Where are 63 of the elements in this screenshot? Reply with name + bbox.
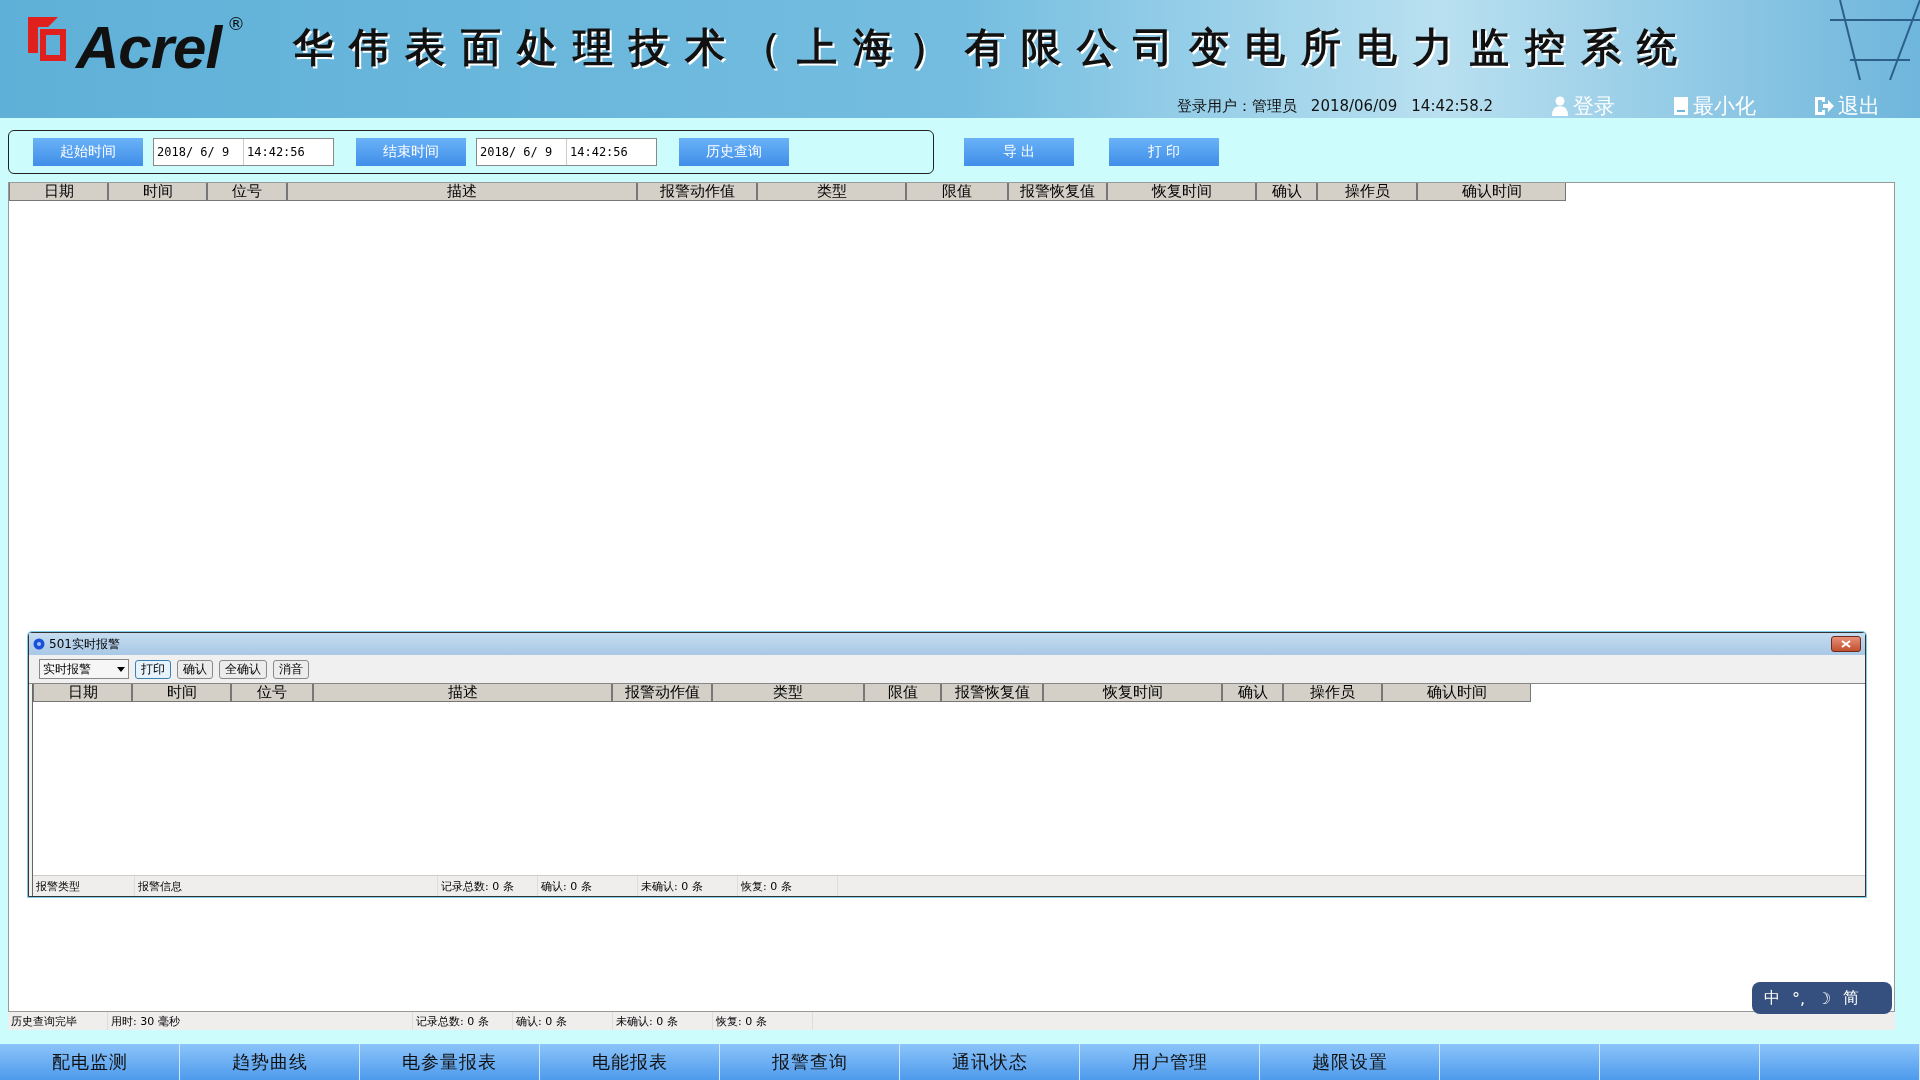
column-header[interactable]: 类型: [757, 183, 906, 201]
column-header[interactable]: 报警恢复值: [941, 684, 1043, 702]
column-header[interactable]: 类型: [712, 684, 864, 702]
status-text: 确认: 0 条: [513, 1012, 613, 1030]
column-header[interactable]: 描述: [313, 684, 612, 702]
status-text: 未确认: 0 条: [638, 876, 738, 896]
ime-indicator[interactable]: 简: [1843, 987, 1860, 1009]
column-header[interactable]: 日期: [33, 684, 132, 702]
status-text: 报警类型: [33, 876, 135, 896]
nav-tab[interactable]: 电参量报表: [360, 1044, 540, 1080]
nav-tab[interactable]: 越限设置: [1260, 1044, 1440, 1080]
column-header[interactable]: 时间: [132, 684, 231, 702]
column-header[interactable]: 日期: [9, 183, 108, 201]
user-label: 登录用户：管理员: [1176, 96, 1297, 116]
ime-toolbar[interactable]: 中 °, ☽ 简: [1752, 982, 1892, 1014]
column-header[interactable]: 恢复时间: [1043, 684, 1222, 702]
toolbar-button[interactable]: 打印: [135, 659, 171, 679]
current-time: 14:42:58.2: [1411, 97, 1493, 115]
column-header[interactable]: 恢复时间: [1107, 183, 1256, 201]
nav-tab[interactable]: 配电监测: [0, 1044, 180, 1080]
nav-tab[interactable]: 趋势曲线: [180, 1044, 360, 1080]
nav-tab[interactable]: 电能报表: [540, 1044, 720, 1080]
column-header[interactable]: 描述: [287, 183, 637, 201]
column-header[interactable]: 位号: [207, 183, 287, 201]
toolbar-button[interactable]: 确认: [177, 659, 213, 679]
column-header[interactable]: 位号: [231, 684, 313, 702]
window-title: 501实时报警: [49, 635, 120, 653]
status-text: 报警信息: [135, 876, 438, 896]
column-header[interactable]: 限值: [864, 684, 941, 702]
column-header[interactable]: 确认时间: [1382, 684, 1531, 702]
nav-tab[interactable]: 报警查询: [720, 1044, 900, 1080]
status-text: 用时: 30 毫秒: [108, 1012, 413, 1030]
end-datetime-field[interactable]: 2018/ 6/ 9 14:42:56: [476, 138, 657, 166]
alarm-type-dropdown[interactable]: 实时报警: [39, 659, 129, 679]
status-text: 未确认: 0 条: [613, 1012, 713, 1030]
status-text: 历史查询完毕: [8, 1012, 108, 1030]
column-header[interactable]: 操作员: [1283, 684, 1382, 702]
start-datetime-field[interactable]: 2018/ 6/ 9 14:42:56: [153, 138, 334, 166]
status-text: 恢复: 0 条: [738, 876, 838, 896]
column-header[interactable]: 时间: [108, 183, 207, 201]
column-header[interactable]: 报警动作值: [637, 183, 757, 201]
current-date: 2018/06/09: [1310, 97, 1398, 115]
status-text: 确认: 0 条: [538, 876, 638, 896]
column-header[interactable]: 确认: [1222, 684, 1283, 702]
registered-mark: ®: [227, 12, 246, 34]
toolbar-button[interactable]: 全确认: [219, 659, 267, 679]
nav-tab[interactable]: 用户管理: [1080, 1044, 1260, 1080]
toolbar-button[interactable]: 消音: [273, 659, 309, 679]
ime-indicator[interactable]: ☽: [1817, 988, 1832, 1008]
column-header[interactable]: 确认: [1256, 183, 1317, 201]
ime-indicator[interactable]: °,: [1792, 988, 1806, 1008]
status-text: 记录总数: 0 条: [438, 876, 538, 896]
column-header[interactable]: 确认时间: [1417, 183, 1566, 201]
logo-text: Acrel: [76, 12, 222, 82]
status-text: 恢复: 0 条: [713, 1012, 813, 1030]
system-title: 华伟表面处理技术（上海）有限公司变电所电力监控系统: [293, 21, 1694, 72]
column-header[interactable]: 限值: [906, 183, 1008, 201]
column-header[interactable]: 报警动作值: [612, 684, 712, 702]
status-text: 记录总数: 0 条: [413, 1012, 513, 1030]
ime-indicator[interactable]: 中: [1764, 987, 1780, 1009]
nav-tab[interactable]: 通讯状态: [900, 1044, 1080, 1080]
column-header[interactable]: 操作员: [1317, 183, 1417, 201]
column-header[interactable]: 报警恢复值: [1008, 183, 1107, 201]
